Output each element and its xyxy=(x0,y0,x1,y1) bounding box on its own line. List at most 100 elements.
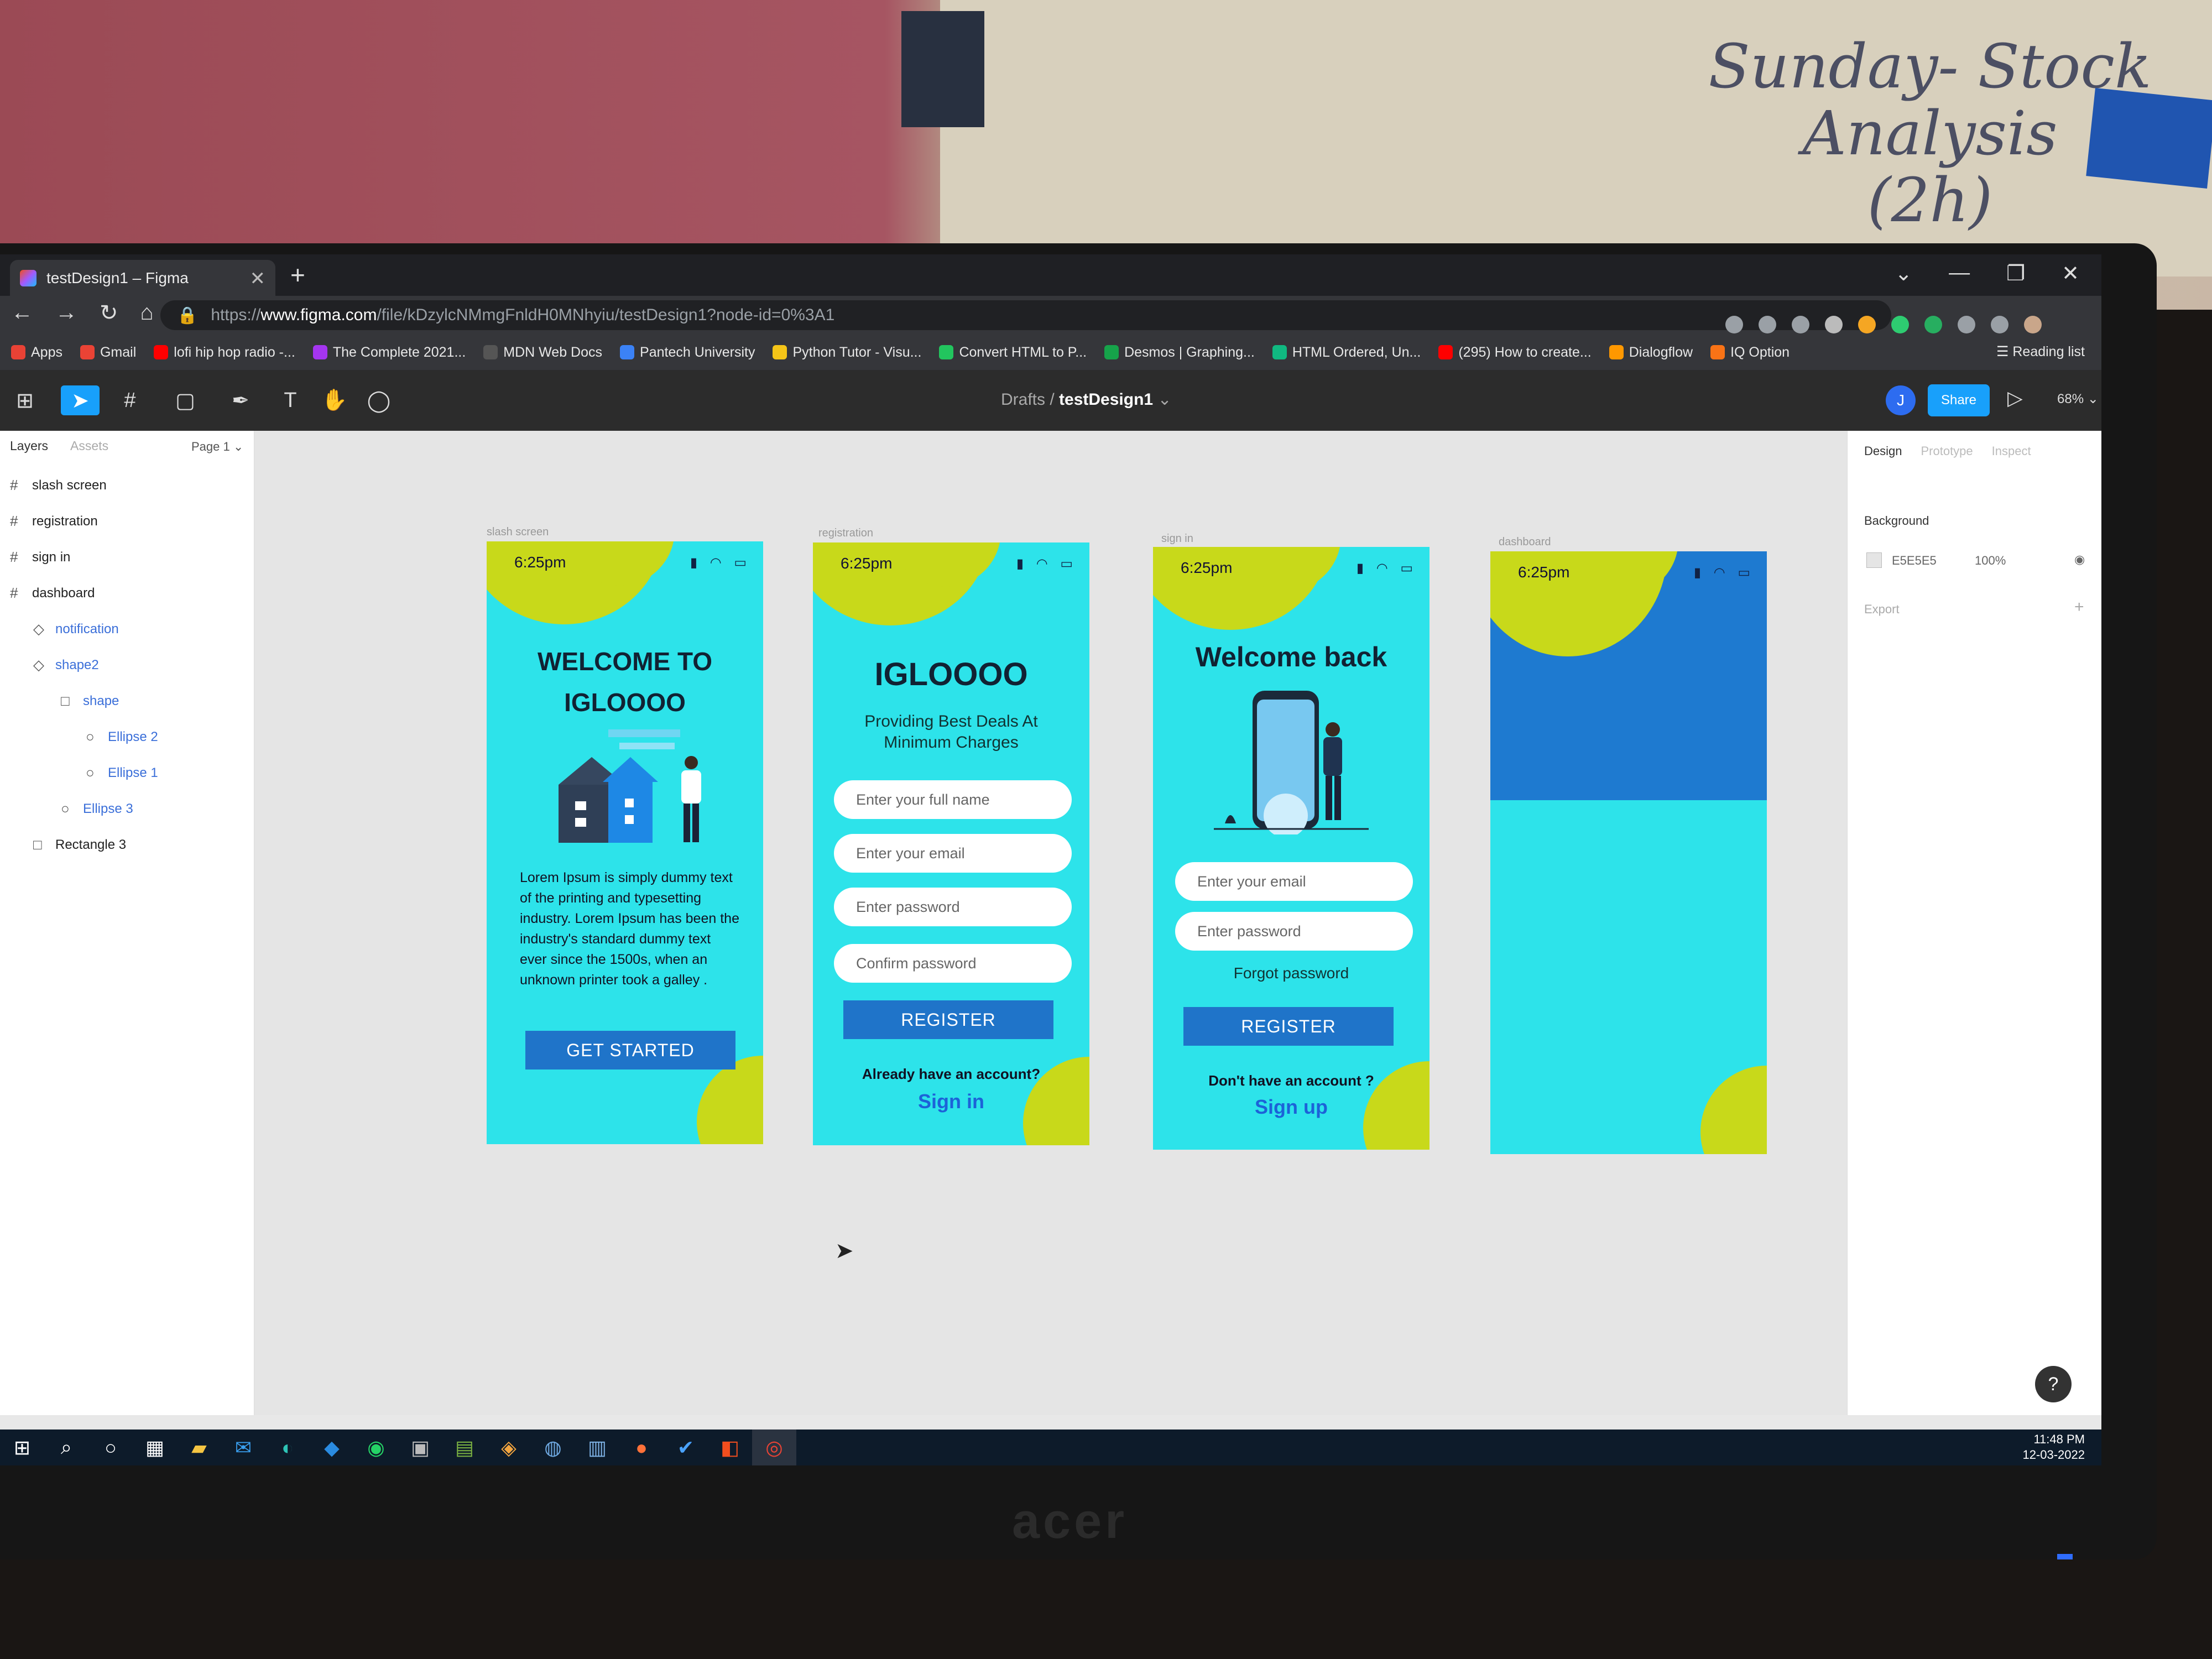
frame-signin[interactable]: 6:25pm ▮ ◠ ▭ Welcome back Enter your ema… xyxy=(1153,547,1430,1150)
frame-label[interactable]: dashboard xyxy=(1499,536,1551,549)
tab-prototype[interactable]: Prototype xyxy=(1921,444,1973,458)
star-icon[interactable] xyxy=(1792,316,1809,333)
notepad-icon[interactable]: ▥ xyxy=(575,1430,619,1465)
frame-registration[interactable]: 6:25pm ▮ ◠ ▭ IGLOOOO Providing Best Deal… xyxy=(813,542,1089,1145)
restore-icon[interactable]: ❐ xyxy=(2006,261,2025,286)
frame-label[interactable]: sign in xyxy=(1161,533,1193,545)
bookmark-item[interactable]: lofi hip hop radio -... xyxy=(154,345,295,361)
extension-icon[interactable] xyxy=(1825,316,1843,333)
pen-tool-icon[interactable]: ✒ xyxy=(221,385,260,415)
bookmark-item[interactable]: HTML Ordered, Un... xyxy=(1272,345,1421,361)
puzzle-icon[interactable] xyxy=(1958,316,1975,333)
layer-item[interactable]: □ Rectangle 3 xyxy=(0,827,254,863)
present-icon[interactable]: ▷ xyxy=(2007,387,2023,410)
main-menu-icon[interactable]: ⊞ xyxy=(6,385,44,415)
home-icon[interactable]: ⌂ xyxy=(140,300,154,326)
share-button[interactable]: Share xyxy=(1928,384,1990,416)
start-icon[interactable]: ⊞ xyxy=(0,1430,44,1465)
bookmark-item[interactable]: Apps xyxy=(11,345,62,361)
frame-dashboard[interactable]: 6:25pm ▮ ◠ ▭ xyxy=(1490,551,1767,1154)
sign-in-link[interactable]: Sign in xyxy=(813,1090,1089,1113)
chevron-down-icon[interactable]: ⌄ xyxy=(1157,390,1171,409)
add-export-icon[interactable]: + xyxy=(2074,598,2084,617)
store-icon[interactable]: ▣ xyxy=(398,1430,442,1465)
layer-item[interactable]: ◇ notification xyxy=(0,611,254,647)
layer-item[interactable]: □ shape xyxy=(0,683,254,719)
frame-splash[interactable]: 6:25pm ▮ ◠ ▭ WELCOME TO IGLOOOO Lorem Ip… xyxy=(487,541,763,1144)
chrome-icon[interactable]: ◎ xyxy=(752,1430,796,1465)
bookmark-item[interactable]: Pantech University xyxy=(620,345,755,361)
firefox-icon[interactable]: ● xyxy=(619,1430,664,1465)
background-opacity[interactable]: 100% xyxy=(1975,554,2006,568)
bookmark-item[interactable]: Gmail xyxy=(80,345,136,361)
confirm-password-field[interactable]: Confirm password xyxy=(834,944,1072,983)
layer-item[interactable]: # registration xyxy=(0,503,254,539)
close-tab-icon[interactable]: ✕ xyxy=(250,268,266,290)
mail-icon[interactable]: ✉ xyxy=(221,1430,265,1465)
task-view-icon[interactable]: ▦ xyxy=(133,1430,177,1465)
layer-item[interactable]: ○ Ellipse 2 xyxy=(0,719,254,755)
spreadsheet-icon[interactable]: ▤ xyxy=(442,1430,487,1465)
new-tab-icon[interactable]: + xyxy=(290,260,305,290)
edge-icon[interactable]: ◐ xyxy=(265,1430,310,1465)
page-selector[interactable]: Page 1 ⌄ xyxy=(191,440,243,454)
minimize-icon[interactable]: — xyxy=(1949,261,1970,286)
frame-tool-icon[interactable]: # xyxy=(111,385,149,415)
password-field[interactable]: Enter password xyxy=(834,888,1072,926)
file-explorer-icon[interactable]: ▰ xyxy=(177,1430,221,1465)
move-tool-icon[interactable]: ➤ xyxy=(61,385,100,415)
password-field[interactable]: Enter password xyxy=(1175,912,1413,951)
canvas[interactable]: slash screen 6:25pm ▮ ◠ ▭ WELCOME TO IGL… xyxy=(254,431,1847,1415)
layer-item[interactable]: ○ Ellipse 1 xyxy=(0,755,254,791)
system-clock[interactable]: 11:48 PM 12-03-2022 xyxy=(2022,1432,2085,1463)
bookmark-item[interactable]: Python Tutor - Visu... xyxy=(773,345,921,361)
forward-icon[interactable]: → xyxy=(55,300,77,326)
app-icon[interactable]: ◍ xyxy=(531,1430,575,1465)
search-icon[interactable]: ⌕ xyxy=(44,1430,88,1465)
file-name[interactable]: testDesign1 xyxy=(1059,390,1153,409)
bookmark-item[interactable]: (295) How to create... xyxy=(1438,345,1592,361)
breadcrumb-folder[interactable]: Drafts xyxy=(1001,390,1045,409)
reading-mode-icon[interactable] xyxy=(1991,316,2008,333)
extension-icon[interactable] xyxy=(1858,316,1876,333)
whatsapp-icon[interactable]: ◉ xyxy=(354,1430,398,1465)
tab-assets[interactable]: Assets xyxy=(70,439,108,453)
register-button[interactable]: REGISTER xyxy=(1183,1007,1394,1046)
bookmark-item[interactable]: Convert HTML to P... xyxy=(939,345,1087,361)
close-window-icon[interactable]: ✕ xyxy=(2062,261,2079,286)
tab-inspect[interactable]: Inspect xyxy=(1992,444,2031,458)
frame-label[interactable]: slash screen xyxy=(487,526,549,539)
extension-icon[interactable] xyxy=(1924,316,1942,333)
bookmark-item[interactable]: Dialogflow xyxy=(1609,345,1693,361)
tab-search-icon[interactable]: ⌄ xyxy=(1895,261,1912,286)
bookmark-item[interactable]: The Complete 2021... xyxy=(312,345,466,361)
background-swatch[interactable] xyxy=(1866,552,1882,568)
email-field[interactable]: Enter your email xyxy=(834,834,1072,873)
zoom-menu[interactable]: 68% ⌄ xyxy=(2057,391,2099,407)
extension-icon[interactable] xyxy=(1891,316,1909,333)
tab-layers[interactable]: Layers xyxy=(10,439,48,453)
vscode-icon[interactable]: ◆ xyxy=(310,1430,354,1465)
tab-design[interactable]: Design xyxy=(1864,444,1902,458)
text-tool-icon[interactable]: T xyxy=(271,385,310,415)
bookmark-item[interactable]: MDN Web Docs xyxy=(483,345,602,361)
profile-avatar[interactable] xyxy=(2024,316,2042,333)
back-icon[interactable]: ← xyxy=(11,300,33,326)
address-bar[interactable]: 🔒 https://www.figma.com/file/kDzylcNMmgF… xyxy=(160,300,1891,330)
avatar[interactable]: J xyxy=(1886,385,1916,415)
layer-item[interactable]: ○ Ellipse 3 xyxy=(0,791,254,827)
full-name-field[interactable]: Enter your full name xyxy=(834,780,1072,819)
visibility-eye-icon[interactable]: ◉ xyxy=(2074,552,2085,567)
shape-tool-icon[interactable]: ▢ xyxy=(166,385,205,415)
git-icon[interactable]: ◈ xyxy=(487,1430,531,1465)
frame-label[interactable]: registration xyxy=(818,527,873,540)
reload-icon[interactable]: ↻ xyxy=(100,300,118,326)
layer-item[interactable]: # sign in xyxy=(0,539,254,575)
share-page-icon[interactable] xyxy=(1759,316,1776,333)
register-button[interactable]: REGISTER xyxy=(843,1000,1053,1039)
layer-item[interactable]: # dashboard xyxy=(0,575,254,611)
cortana-icon[interactable]: ○ xyxy=(88,1430,133,1465)
help-button[interactable]: ? xyxy=(2035,1366,2072,1402)
bookmark-item[interactable]: Desmos | Graphing... xyxy=(1104,345,1255,361)
sign-up-link[interactable]: Sign up xyxy=(1153,1095,1430,1119)
